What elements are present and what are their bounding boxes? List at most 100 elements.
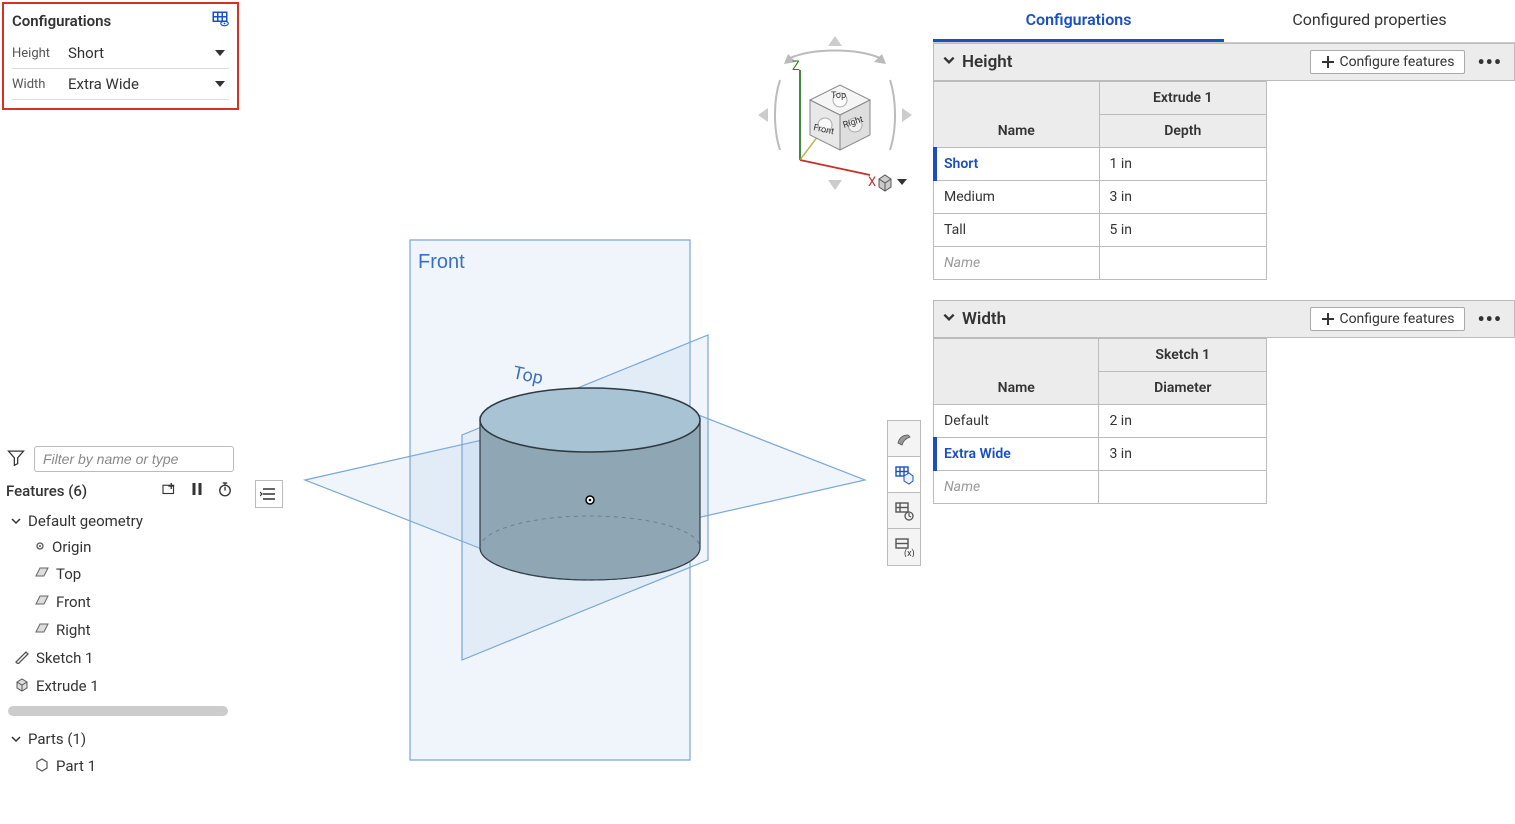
tab-configurations[interactable]: Configurations: [933, 0, 1224, 42]
svg-text:Z: Z: [792, 59, 800, 74]
feature-tree-panel: Features (6) Default geometry Origin Top…: [0, 442, 240, 782]
configure-features-button[interactable]: Configure features: [1310, 307, 1465, 331]
section-header-height: Height Configure features •••: [933, 43, 1515, 81]
configurations-panel-title: Configurations: [12, 12, 111, 30]
filter-icon[interactable]: [6, 447, 26, 471]
tree-label: Extrude 1: [36, 677, 99, 695]
tab-configured-properties[interactable]: Configured properties: [1224, 0, 1515, 42]
col-header-name: Name: [934, 82, 1100, 148]
stopwatch-icon[interactable]: [216, 480, 234, 502]
chevron-down-icon[interactable]: [942, 52, 956, 72]
table-row[interactable]: Default 2 in: [934, 405, 1267, 438]
tree-extrude-1[interactable]: Extrude 1: [0, 672, 240, 700]
table-row-new[interactable]: Name: [934, 471, 1267, 504]
more-menu-button[interactable]: •••: [1473, 50, 1506, 74]
config-table-width: Name Sketch 1 Diameter Default 2 in Extr…: [933, 338, 1267, 504]
tool-config-variable[interactable]: (x): [888, 529, 920, 565]
table-row[interactable]: Short 1 in: [934, 148, 1267, 181]
section-title-height: Height: [962, 52, 1012, 72]
chevron-down-icon: [10, 515, 22, 527]
tool-config-suppress[interactable]: [888, 493, 920, 529]
tree-parts-heading[interactable]: Parts (1): [0, 726, 240, 752]
cell-name[interactable]: Medium: [934, 181, 1100, 214]
config-label-height: Height: [12, 46, 64, 61]
feature-tree: Default geometry Origin Top Front Right …: [0, 506, 240, 702]
svg-text:(x): (x): [904, 548, 914, 557]
tree-label: Right: [56, 621, 90, 639]
configure-features-button[interactable]: Configure features: [1310, 50, 1465, 74]
configurations-panel: Configurations Height Short Width Extra …: [2, 2, 239, 110]
tool-config-table[interactable]: [888, 457, 920, 493]
pause-icon[interactable]: [188, 480, 206, 502]
tree-default-geometry[interactable]: Default geometry: [0, 508, 240, 534]
tree-origin[interactable]: Origin: [0, 534, 240, 560]
tree-part-1[interactable]: Part 1: [0, 752, 240, 780]
chevron-down-icon[interactable]: [942, 309, 956, 329]
tree-label: Sketch 1: [36, 649, 94, 667]
tree-top[interactable]: Top: [0, 560, 240, 588]
tree-label: Default geometry: [28, 512, 143, 530]
caret-down-icon: [215, 50, 225, 56]
tool-appearance[interactable]: [888, 421, 920, 457]
col-header-depth: Depth: [1099, 115, 1267, 148]
right-panel-tabs: Configurations Configured properties: [933, 0, 1515, 43]
cell-value[interactable]: 3 in: [1099, 438, 1267, 471]
filter-input[interactable]: [34, 446, 234, 472]
configurations-right-panel: Configurations Configured properties Hei…: [933, 0, 1515, 504]
cell-value[interactable]: 1 in: [1099, 148, 1267, 181]
cell-name[interactable]: Short: [934, 148, 1100, 181]
part-icon: [34, 756, 50, 776]
cell-value-empty[interactable]: [1099, 247, 1267, 280]
config-select-width[interactable]: Extra Wide: [64, 73, 229, 95]
display-mode-button[interactable]: [875, 172, 907, 192]
config-table-height: Name Extrude 1 Depth Short 1 in Medium 3…: [933, 81, 1267, 280]
config-select-height[interactable]: Short: [64, 42, 229, 64]
horizontal-scrollbar[interactable]: [8, 706, 228, 716]
plane-icon: [34, 592, 50, 612]
tree-front[interactable]: Front: [0, 588, 240, 616]
more-menu-button[interactable]: •••: [1473, 307, 1506, 331]
caret-down-icon: [215, 81, 225, 87]
caret-down-icon: [897, 179, 907, 185]
add-feature-icon[interactable]: [160, 480, 178, 502]
tree-label: Top: [56, 565, 81, 583]
cell-value-empty[interactable]: [1099, 471, 1267, 504]
config-value-height: Short: [68, 44, 104, 62]
configure-features-label: Configure features: [1339, 311, 1454, 327]
cell-value[interactable]: 2 in: [1099, 405, 1267, 438]
cell-placeholder[interactable]: Name: [934, 247, 1100, 280]
plane-label-front: Front: [418, 251, 465, 273]
extrude-icon: [14, 676, 30, 696]
tree-label: Front: [56, 593, 91, 611]
plane-icon: [34, 564, 50, 584]
cell-name[interactable]: Default: [934, 405, 1099, 438]
origin-icon: [34, 538, 46, 556]
section-title-width: Width: [962, 309, 1006, 329]
configure-features-label: Configure features: [1339, 54, 1454, 70]
table-row[interactable]: Tall 5 in: [934, 214, 1267, 247]
table-row[interactable]: Extra Wide 3 in: [934, 438, 1267, 471]
cell-name[interactable]: Tall: [934, 214, 1100, 247]
cell-value[interactable]: 5 in: [1099, 214, 1267, 247]
cell-name[interactable]: Extra Wide: [934, 438, 1099, 471]
features-heading: Features (6): [6, 482, 87, 500]
config-table-visibility-icon[interactable]: [211, 10, 229, 32]
config-row-height: Height Short: [12, 38, 229, 69]
cell-value[interactable]: 3 in: [1099, 181, 1267, 214]
tree-sketch-1[interactable]: Sketch 1: [0, 644, 240, 672]
col-header-diameter: Diameter: [1099, 372, 1267, 405]
tree-label: Part 1: [56, 757, 96, 775]
section-header-width: Width Configure features •••: [933, 300, 1515, 338]
tree-right[interactable]: Right: [0, 616, 240, 644]
config-label-width: Width: [12, 77, 64, 92]
config-row-width: Width Extra Wide: [12, 69, 229, 100]
side-tool-strip: (x): [887, 420, 921, 566]
table-row-new[interactable]: Name: [934, 247, 1267, 280]
col-superheader-extrude: Extrude 1: [1099, 82, 1267, 115]
chevron-down-icon: [10, 733, 22, 745]
table-row[interactable]: Medium 3 in: [934, 181, 1267, 214]
tree-label: Origin: [52, 538, 91, 556]
tree-label: Parts (1): [28, 730, 86, 748]
cell-placeholder[interactable]: Name: [934, 471, 1099, 504]
col-superheader-sketch: Sketch 1: [1099, 339, 1267, 372]
